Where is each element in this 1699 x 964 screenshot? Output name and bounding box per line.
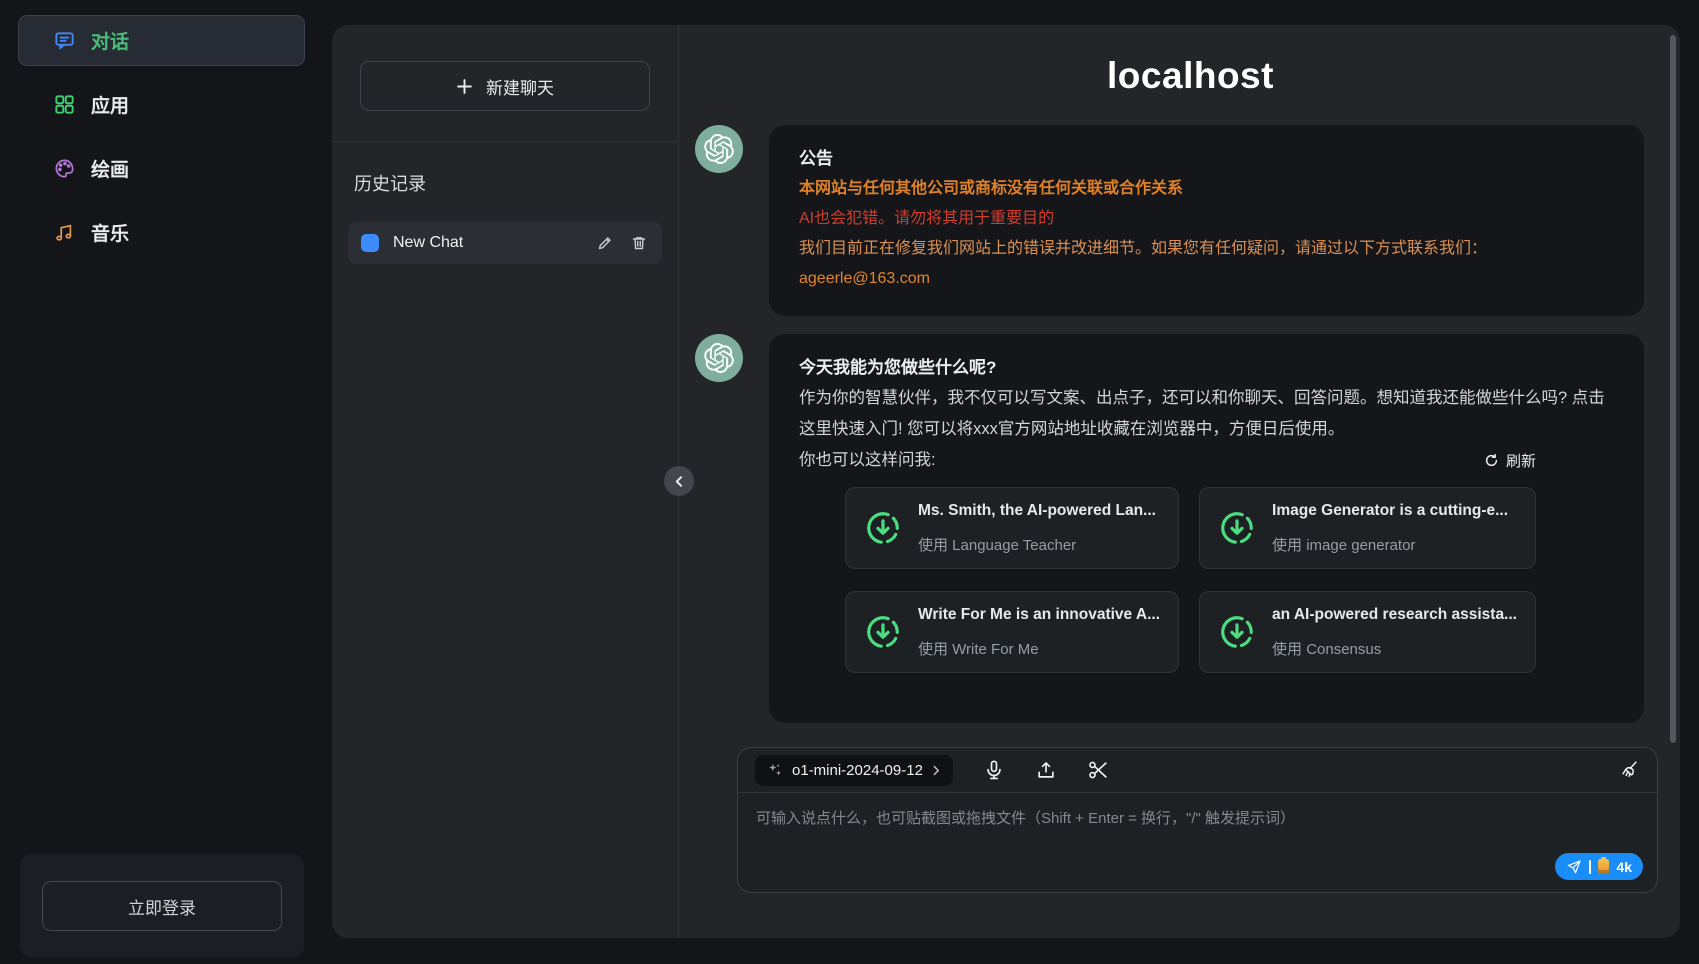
- announcement-line: 我们目前正在修复我们网站上的错误并改进细节。如果您有任何疑问，请通过以下方式联系…: [799, 234, 1614, 264]
- sidebar-item-music[interactable]: 音乐: [18, 207, 305, 258]
- openai-logo-icon: [695, 334, 743, 382]
- trash-icon: [631, 235, 647, 251]
- suggestion-title: Ms. Smith, the AI-powered Lan...: [918, 496, 1156, 526]
- composer: o1-mini-2024-09-12: [737, 747, 1658, 893]
- prompt-row: 你也可以这样问我: 刷新: [799, 445, 1536, 475]
- sidebar-item-label: 音乐: [91, 219, 129, 246]
- upload-icon: [1035, 759, 1057, 781]
- chevron-left-icon: [673, 475, 686, 488]
- suggestion-title: Image Generator is a cutting-e...: [1272, 496, 1508, 526]
- history-column: 新建聊天 历史记录 New Chat: [332, 25, 679, 938]
- sidebar-item-drawing[interactable]: 绘画: [18, 143, 305, 194]
- model-name: o1-mini-2024-09-12: [792, 762, 923, 779]
- suggestion-card[interactable]: Write For Me is an innovative A... 使用 Wr…: [845, 591, 1179, 673]
- send-token-badge[interactable]: 4k: [1555, 853, 1643, 880]
- suggestion-subtitle: 使用 Language Teacher: [918, 531, 1156, 561]
- refresh-icon: [1484, 453, 1499, 468]
- suggestion-subtitle: 使用 image generator: [1272, 531, 1508, 561]
- pencil-icon: [597, 235, 613, 251]
- suggestion-card[interactable]: Ms. Smith, the AI-powered Lan... 使用 Lang…: [845, 487, 1179, 569]
- announcement-bubble: 公告 本网站与任何其他公司或商标没有任何关联或合作关系 AI也会犯错。请勿将其用…: [769, 125, 1644, 316]
- new-chat-label: 新建聊天: [486, 74, 554, 99]
- sidebar-item-chat[interactable]: 对话: [18, 15, 305, 66]
- login-button[interactable]: 立即登录: [42, 881, 282, 931]
- screenshot-cut-button[interactable]: [1087, 759, 1109, 781]
- announcement-line: AI也会犯错。请勿将其用于重要目的: [799, 204, 1614, 234]
- suggestion-title: an AI-powered research assista...: [1272, 600, 1517, 630]
- delete-chat-button[interactable]: [629, 233, 649, 253]
- app-window: 对话 应用: [0, 0, 1699, 964]
- sparkle-icon: [767, 762, 783, 778]
- page-title: localhost: [679, 55, 1699, 97]
- login-card: 立即登录: [20, 854, 304, 958]
- sidebar: 对话 应用: [0, 0, 332, 964]
- assistant-message: 今天我能为您做些什么呢? 作为你的智慧伙伴，我不仅可以写文案、出点子，还可以和你…: [695, 334, 1644, 723]
- openai-logo-icon: [695, 125, 743, 173]
- suggestion-title: Write For Me is an innovative A...: [918, 600, 1160, 630]
- scissors-icon: [1087, 759, 1109, 781]
- broom-icon: [1618, 759, 1640, 781]
- assistant-message: 公告 本网站与任何其他公司或商标没有任何关联或合作关系 AI也会犯错。请勿将其用…: [695, 125, 1644, 316]
- download-circle-icon: [864, 509, 902, 547]
- rename-chat-button[interactable]: [595, 233, 615, 253]
- model-selector[interactable]: o1-mini-2024-09-12: [755, 755, 953, 786]
- collapse-sidebar-button[interactable]: [664, 466, 694, 496]
- contact-email[interactable]: ageerle@163.com: [799, 264, 1614, 294]
- welcome-bubble: 今天我能为您做些什么呢? 作为你的智慧伙伴，我不仅可以写文案、出点子，还可以和你…: [769, 334, 1644, 723]
- prompt-line: 你也可以这样问我:: [799, 445, 936, 475]
- sidebar-item-label: 绘画: [91, 155, 129, 182]
- refresh-suggestions-button[interactable]: 刷新: [1484, 450, 1536, 471]
- badge-separator: [1589, 860, 1591, 874]
- sidebar-item-apps[interactable]: 应用: [18, 79, 305, 130]
- suggestion-subtitle: 使用 Write For Me: [918, 635, 1160, 665]
- download-circle-icon: [864, 613, 902, 651]
- chat-area: localhost 公告 本网站与任何其他公司或商标没有任何关联或合作关系 AI…: [679, 25, 1699, 938]
- suggestion-subtitle: 使用 Consensus: [1272, 635, 1517, 665]
- chevron-right-icon: [932, 765, 941, 776]
- chat-square-icon: [361, 234, 379, 252]
- divider: [332, 141, 678, 142]
- message-list: 公告 本网站与任何其他公司或商标没有任何关联或合作关系 AI也会犯错。请勿将其用…: [679, 97, 1699, 723]
- grid-icon: [52, 93, 76, 117]
- announcement-heading: 公告: [799, 143, 1614, 174]
- message-input[interactable]: [738, 793, 1657, 892]
- announcement-line: 本网站与任何其他公司或商标没有任何关联或合作关系: [799, 174, 1614, 204]
- suggestion-card[interactable]: an AI-powered research assista... 使用 Con…: [1199, 591, 1536, 673]
- composer-toolbar: o1-mini-2024-09-12: [738, 748, 1657, 793]
- chat-bubble-icon: [52, 29, 76, 53]
- download-circle-icon: [1218, 613, 1256, 651]
- history-item-new-chat[interactable]: New Chat: [348, 222, 662, 264]
- battery-icon: [1598, 859, 1609, 874]
- palette-icon: [52, 157, 76, 181]
- upload-file-button[interactable]: [1035, 759, 1057, 781]
- microphone-icon: [983, 759, 1005, 781]
- clear-context-button[interactable]: [1618, 759, 1640, 781]
- new-chat-button[interactable]: 新建聊天: [360, 61, 650, 111]
- main-panel: 新建聊天 历史记录 New Chat: [332, 25, 1680, 938]
- welcome-heading: 今天我能为您做些什么呢?: [799, 352, 1614, 383]
- plus-icon: [456, 78, 473, 95]
- refresh-label: 刷新: [1506, 450, 1536, 471]
- history-section-title: 历史记录: [354, 170, 678, 196]
- token-count: 4k: [1616, 859, 1632, 875]
- sidebar-nav: 对话 应用: [0, 0, 332, 258]
- scrollbar[interactable]: [1670, 35, 1676, 743]
- welcome-body: 作为你的智慧伙伴，我不仅可以写文案、出点子，还可以和你聊天、回答问题。想知道我还…: [799, 383, 1614, 445]
- download-circle-icon: [1218, 509, 1256, 547]
- suggestion-card[interactable]: Image Generator is a cutting-e... 使用 ima…: [1199, 487, 1536, 569]
- voice-input-button[interactable]: [983, 759, 1005, 781]
- suggestion-grid: Ms. Smith, the AI-powered Lan... 使用 Lang…: [845, 487, 1536, 673]
- sidebar-item-label: 应用: [91, 91, 129, 118]
- sidebar-item-label: 对话: [91, 27, 129, 54]
- music-note-icon: [52, 221, 76, 245]
- paper-plane-icon: [1566, 859, 1582, 875]
- history-item-title: New Chat: [393, 234, 581, 252]
